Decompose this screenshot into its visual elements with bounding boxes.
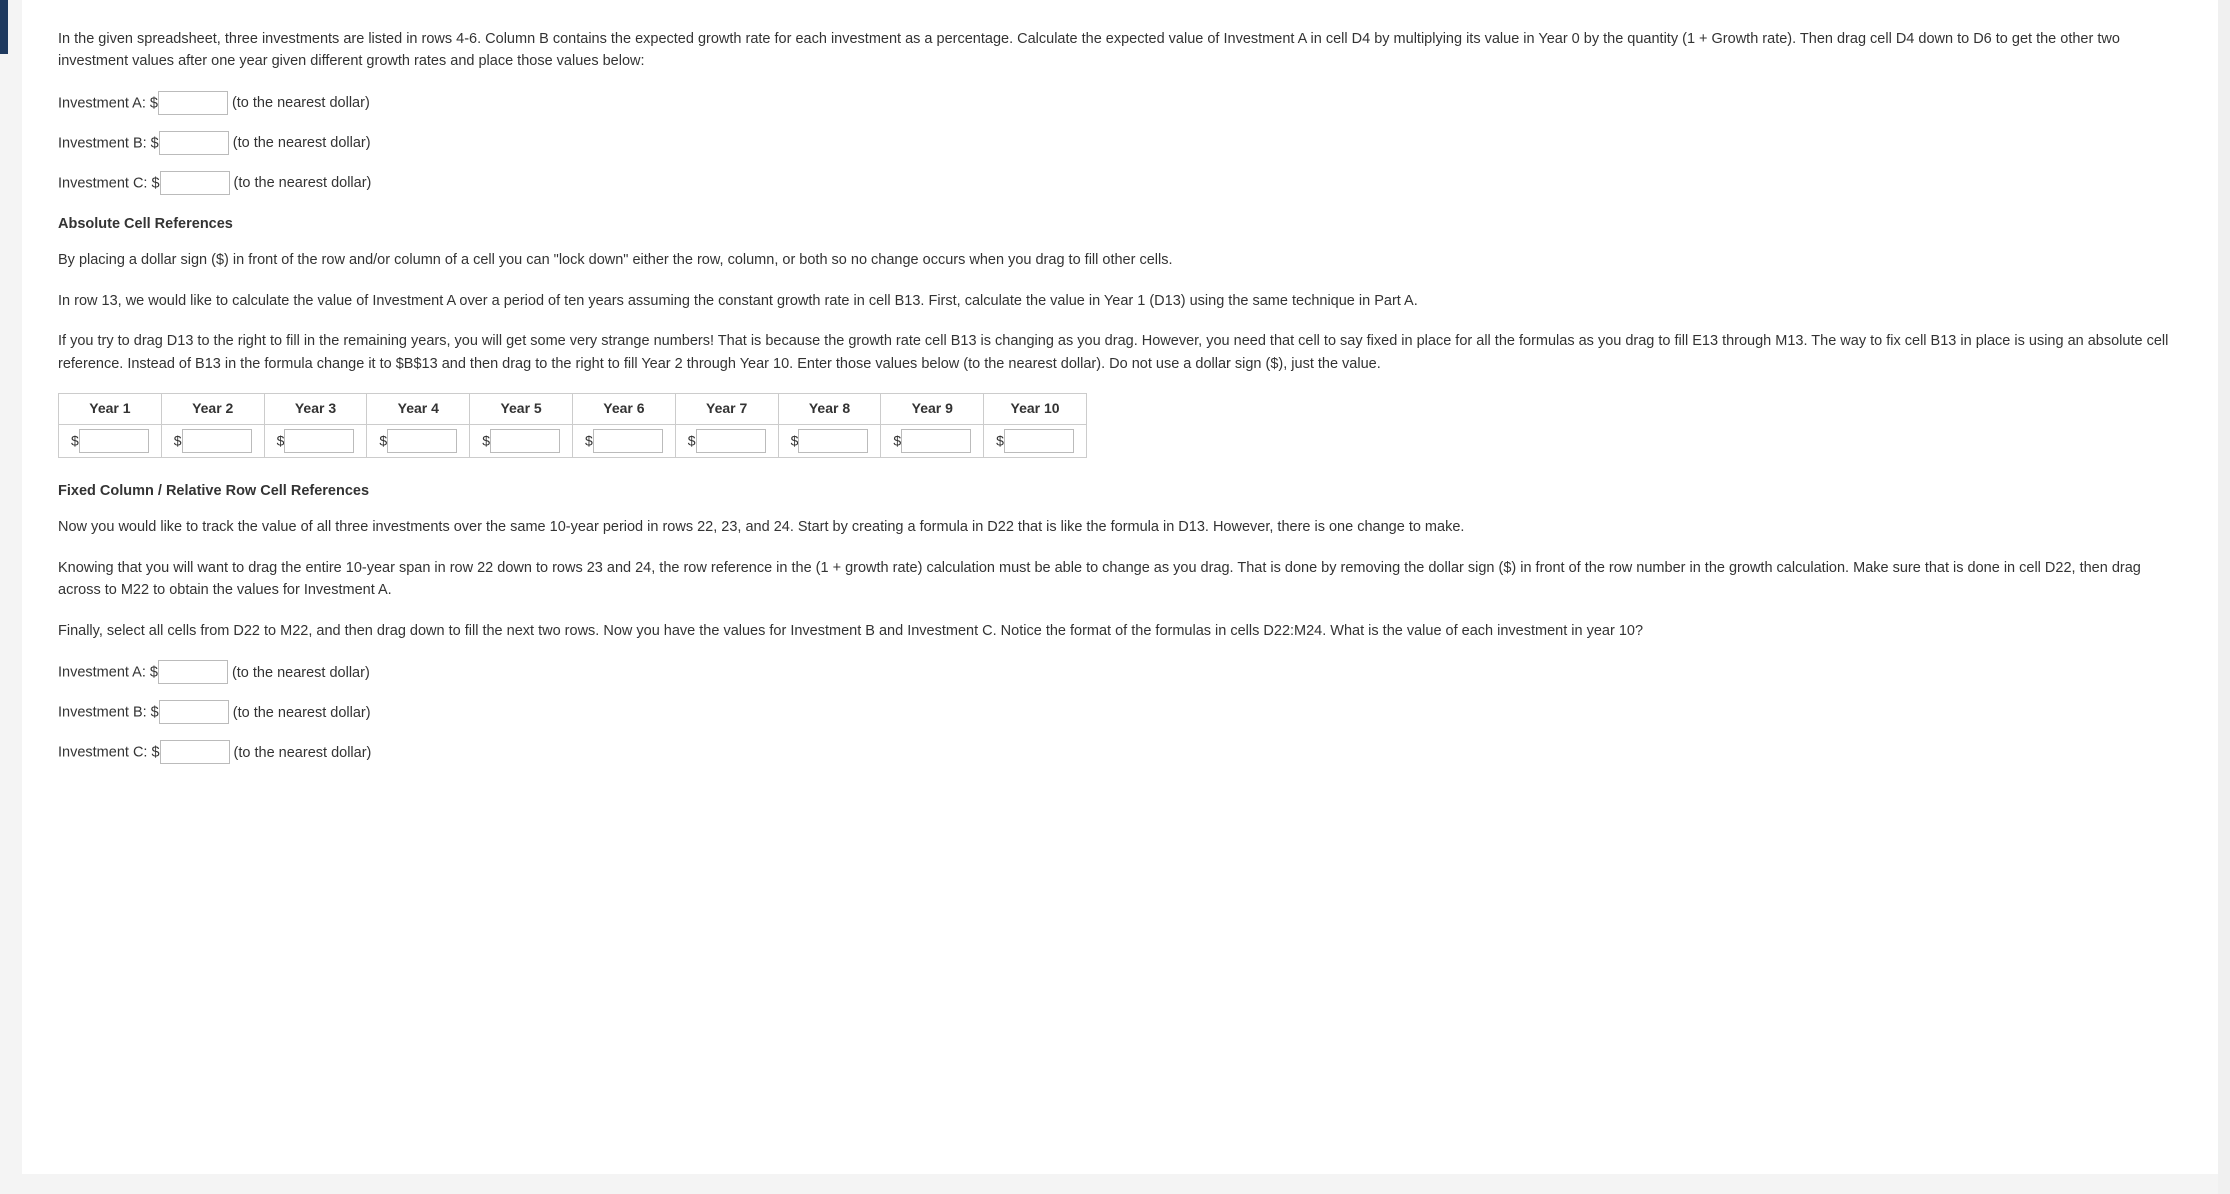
dollar-sign: $ xyxy=(996,432,1004,448)
absolute-references-heading: Absolute Cell References xyxy=(58,213,2182,235)
investment-c-y10-input[interactable] xyxy=(160,740,230,764)
year-3-header: Year 3 xyxy=(264,394,367,425)
dollar-sign: $ xyxy=(71,432,79,448)
investment-c-y10-row: Investment C: $ (to the nearest dollar) xyxy=(58,740,2182,764)
year-5-header: Year 5 xyxy=(470,394,573,425)
year-8-input[interactable] xyxy=(798,429,868,453)
investment-c-y10-suffix: (to the nearest dollar) xyxy=(234,745,372,761)
year-7-header: Year 7 xyxy=(675,394,778,425)
investment-a-label: Investment A: $ xyxy=(58,95,158,111)
investment-b-suffix: (to the nearest dollar) xyxy=(233,135,371,151)
investment-b-input[interactable] xyxy=(159,131,229,155)
investment-a-row: Investment A: $ (to the nearest dollar) xyxy=(58,91,2182,115)
abs-p2: In row 13, we would like to calculate th… xyxy=(58,290,2182,312)
investment-b-label: Investment B: $ xyxy=(58,135,159,151)
year-1-header: Year 1 xyxy=(59,394,162,425)
abs-p3: If you try to drag D13 to the right to f… xyxy=(58,330,2182,375)
year-10-header: Year 10 xyxy=(984,394,1087,425)
investment-b-y10-row: Investment B: $ (to the nearest dollar) xyxy=(58,700,2182,724)
investment-b-row: Investment B: $ (to the nearest dollar) xyxy=(58,131,2182,155)
investment-a-y10-label: Investment A: $ xyxy=(58,665,158,681)
dollar-sign: $ xyxy=(791,432,799,448)
investment-b-y10-label: Investment B: $ xyxy=(58,705,159,721)
year-table: Year 1 Year 2 Year 3 Year 4 Year 5 Year … xyxy=(58,393,1087,458)
investment-a-input[interactable] xyxy=(158,91,228,115)
intro-paragraph: In the given spreadsheet, three investme… xyxy=(58,28,2182,73)
fixed-p2: Knowing that you will want to drag the e… xyxy=(58,557,2182,602)
investment-a-suffix: (to the nearest dollar) xyxy=(232,95,370,111)
dollar-sign: $ xyxy=(585,432,593,448)
investment-c-row: Investment C: $ (to the nearest dollar) xyxy=(58,171,2182,195)
scrollbar-gutter[interactable] xyxy=(2218,0,2230,1194)
year-10-input[interactable] xyxy=(1004,429,1074,453)
year-7-input[interactable] xyxy=(696,429,766,453)
year-5-input[interactable] xyxy=(490,429,560,453)
dollar-sign: $ xyxy=(482,432,490,448)
year-1-input[interactable] xyxy=(79,429,149,453)
year-2-header: Year 2 xyxy=(161,394,264,425)
year-4-input[interactable] xyxy=(387,429,457,453)
question-body: In the given spreadsheet, three investme… xyxy=(22,0,2218,1174)
year-input-row: $ $ $ $ $ $ $ $ $ $ xyxy=(59,424,1087,457)
investment-a-y10-input[interactable] xyxy=(158,660,228,684)
investment-c-y10-label: Investment C: $ xyxy=(58,745,160,761)
abs-p1: By placing a dollar sign ($) in front of… xyxy=(58,249,2182,271)
dollar-sign: $ xyxy=(379,432,387,448)
investment-c-input[interactable] xyxy=(160,171,230,195)
dollar-sign: $ xyxy=(688,432,696,448)
dollar-sign: $ xyxy=(893,432,901,448)
left-accent-bar xyxy=(0,0,8,54)
dollar-sign: $ xyxy=(174,432,182,448)
year-6-input[interactable] xyxy=(593,429,663,453)
investment-b-y10-input[interactable] xyxy=(159,700,229,724)
investment-a-y10-row: Investment A: $ (to the nearest dollar) xyxy=(58,660,2182,684)
dollar-sign: $ xyxy=(277,432,285,448)
year-2-input[interactable] xyxy=(182,429,252,453)
fixed-p3: Finally, select all cells from D22 to M2… xyxy=(58,620,2182,642)
year-3-input[interactable] xyxy=(284,429,354,453)
investment-c-suffix: (to the nearest dollar) xyxy=(234,175,372,191)
year-header-row: Year 1 Year 2 Year 3 Year 4 Year 5 Year … xyxy=(59,394,1087,425)
fixed-p1: Now you would like to track the value of… xyxy=(58,516,2182,538)
investment-b-y10-suffix: (to the nearest dollar) xyxy=(233,705,371,721)
investment-c-label: Investment C: $ xyxy=(58,175,160,191)
year-8-header: Year 8 xyxy=(778,394,881,425)
fixed-column-heading: Fixed Column / Relative Row Cell Referen… xyxy=(58,480,2182,502)
year-4-header: Year 4 xyxy=(367,394,470,425)
year-9-header: Year 9 xyxy=(881,394,984,425)
investment-a-y10-suffix: (to the nearest dollar) xyxy=(232,665,370,681)
year-6-header: Year 6 xyxy=(572,394,675,425)
year-9-input[interactable] xyxy=(901,429,971,453)
